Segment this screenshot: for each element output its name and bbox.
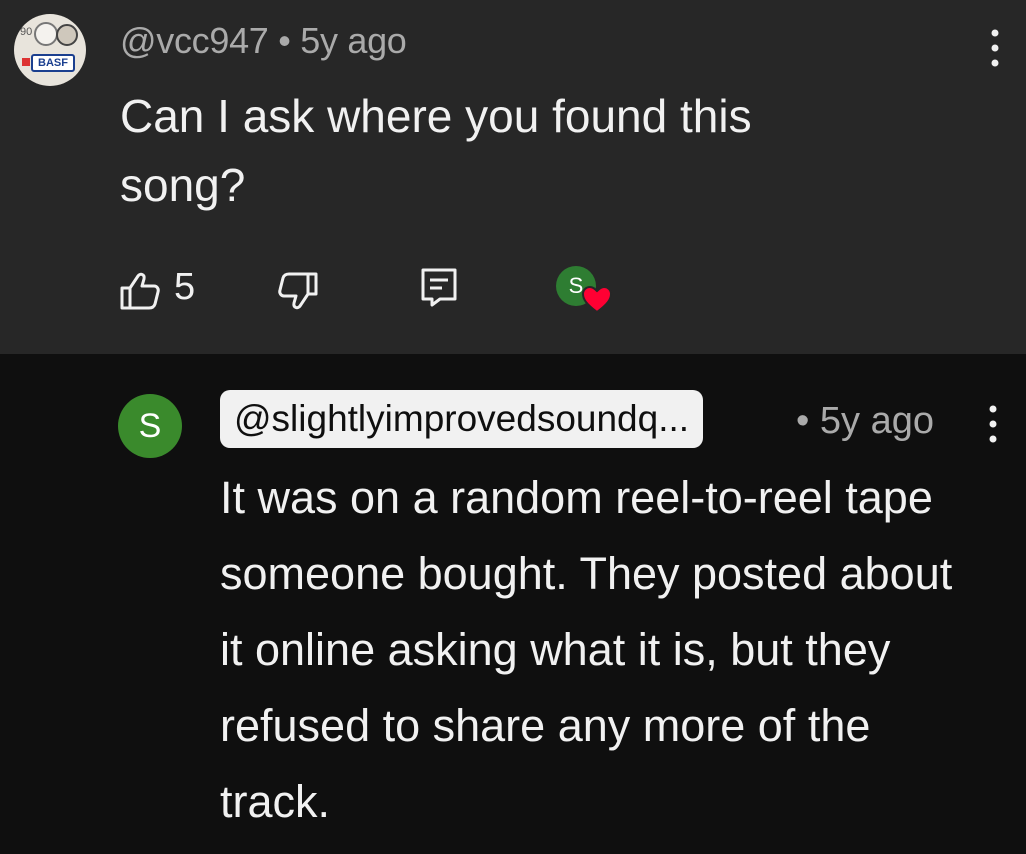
reply-author-chip[interactable]: @slightlyimprovedsoundq... bbox=[220, 390, 704, 448]
comment-author-avatar[interactable]: 90 BASF bbox=[14, 14, 86, 86]
more-vert-icon[interactable] bbox=[984, 26, 1006, 70]
thumbs-up-icon[interactable] bbox=[118, 270, 162, 312]
reply-author-avatar[interactable]: S bbox=[118, 394, 182, 458]
avatar-corner-number: 90 bbox=[20, 26, 33, 38]
reply-icon[interactable] bbox=[420, 267, 458, 307]
meta-separator: • bbox=[278, 20, 291, 61]
reply-meta: • 5y ago bbox=[796, 400, 934, 443]
tape-reel-left-icon bbox=[34, 22, 58, 46]
tape-reel-right-icon bbox=[56, 24, 78, 46]
comment-meta: @vcc947 • 5y ago bbox=[120, 20, 407, 62]
meta-separator: • bbox=[796, 400, 810, 442]
creator-heart-badge: S bbox=[556, 266, 614, 318]
heart-icon bbox=[582, 286, 612, 314]
comment-text: Can I ask where you found this song? bbox=[120, 90, 752, 211]
more-vert-icon[interactable] bbox=[982, 402, 1004, 446]
reply-timestamp[interactable]: 5y ago bbox=[820, 400, 934, 442]
comment-timestamp[interactable]: 5y ago bbox=[300, 20, 407, 61]
avatar-red-mark bbox=[22, 58, 30, 66]
comment-author-handle[interactable]: @vcc947 bbox=[120, 20, 269, 61]
thumbs-down-icon[interactable] bbox=[276, 270, 320, 312]
avatar-logo: BASF bbox=[31, 54, 75, 72]
reply-text: It was on a random reel-to-reel tape som… bbox=[220, 472, 953, 827]
like-count: 5 bbox=[174, 266, 196, 308]
